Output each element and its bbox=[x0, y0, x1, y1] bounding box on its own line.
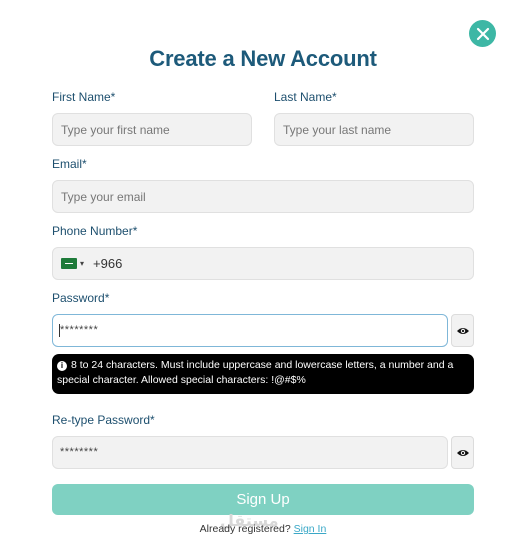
page-title: Create a New Account bbox=[149, 46, 377, 71]
already-registered-text: Already registered? bbox=[199, 523, 294, 535]
close-icon bbox=[476, 27, 489, 40]
retype-password-input[interactable] bbox=[52, 436, 448, 469]
tooltip-text: 8 to 24 characters. Must include upperca… bbox=[57, 359, 454, 386]
sign-in-prompt: Already registered? Sign In bbox=[0, 523, 515, 535]
phone-input[interactable]: ▾ +966 bbox=[52, 247, 474, 280]
retype-password-label: Re-type Password* bbox=[52, 413, 155, 427]
eye-icon bbox=[456, 327, 469, 334]
show-retype-password-button[interactable] bbox=[451, 436, 474, 469]
first-name-input[interactable] bbox=[52, 113, 252, 146]
last-name-label: Last Name* bbox=[274, 90, 337, 104]
phone-label: Phone Number* bbox=[52, 224, 138, 238]
info-icon: i bbox=[57, 361, 67, 371]
phone-country-code: +966 bbox=[93, 256, 123, 271]
eye-icon bbox=[456, 449, 469, 456]
close-button[interactable] bbox=[469, 20, 496, 47]
password-value: ******** bbox=[60, 324, 99, 336]
saudi-flag-icon[interactable] bbox=[61, 258, 77, 269]
sign-in-link[interactable]: Sign In bbox=[294, 523, 327, 535]
email-label: Email* bbox=[52, 157, 87, 171]
password-requirements-tooltip: i8 to 24 characters. Must include upperc… bbox=[52, 354, 474, 394]
last-name-input[interactable] bbox=[274, 113, 474, 146]
retype-password-value: ******** bbox=[60, 446, 99, 458]
first-name-label: First Name* bbox=[52, 90, 116, 104]
password-label: Password* bbox=[52, 291, 110, 305]
password-input[interactable] bbox=[52, 314, 448, 347]
chevron-down-icon[interactable]: ▾ bbox=[80, 259, 84, 268]
email-input[interactable] bbox=[52, 180, 474, 213]
show-password-button[interactable] bbox=[451, 314, 474, 347]
